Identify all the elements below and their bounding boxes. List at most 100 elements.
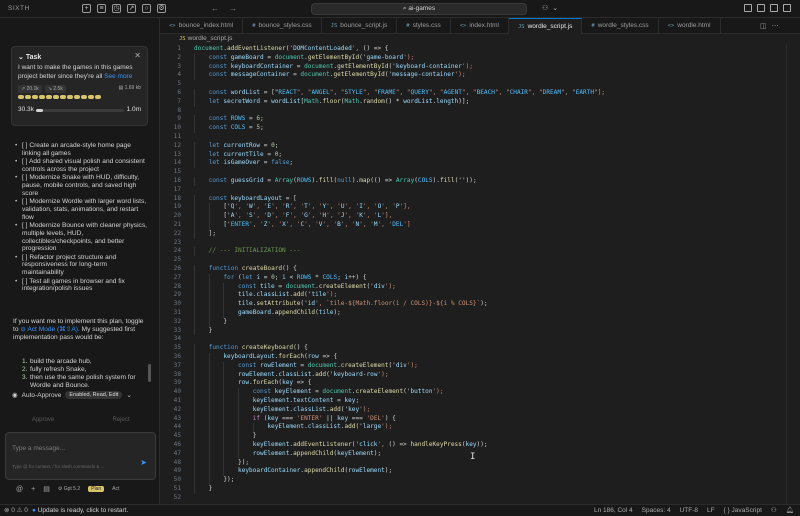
encoding[interactable]: UTF-8	[680, 505, 698, 516]
auto-approve-bar[interactable]: ◉ Auto-Approve Enabled, Read, Edit ⌄	[12, 391, 132, 399]
auto-approve-settings[interactable]: Enabled, Read, Edit	[65, 391, 123, 399]
tab-styles-css[interactable]: # styles.css	[397, 18, 451, 34]
history-icon[interactable]: ◷	[112, 4, 121, 13]
code-line: 28 const tile = document.createElement('…	[160, 282, 800, 292]
forward-arrow-icon[interactable]: →	[229, 4, 237, 13]
back-arrow-icon[interactable]: ←	[211, 4, 219, 13]
code-line: 4 const messageContainer = document.getE…	[160, 71, 800, 81]
indent-guide	[208, 370, 210, 380]
code-line: 12 let currentRow = 0;	[160, 141, 800, 151]
chevron-down-icon[interactable]: ⌄	[552, 4, 558, 12]
line-code: let isGameOver = false;	[208, 159, 294, 167]
chevron-down-icon[interactable]: ⌄	[126, 391, 131, 399]
code-line: 8	[160, 107, 800, 116]
tab-bounce-script-js[interactable]: JS bounce_script.js	[322, 18, 398, 34]
code-line: 44 keyElement.classList.add('large');	[160, 423, 800, 433]
tokens-out: ↘ 2.5k	[44, 85, 66, 93]
copilot-icon[interactable]: ⚇	[542, 4, 548, 12]
indent-guide	[194, 344, 195, 353]
code-line: 42 keyElement.classList.add('key');	[160, 405, 800, 415]
chat-scrollbar[interactable]	[148, 364, 151, 382]
language-mode[interactable]: { } JavaScript	[724, 505, 762, 516]
copilot-status-icon[interactable]: ⚇	[771, 505, 777, 516]
indent-guide	[208, 432, 210, 441]
act-mode-link[interactable]: ⊝ Act Mode (⌘⇧A).	[20, 326, 79, 333]
plan-mode-toggle[interactable]: Plan	[88, 486, 105, 492]
model-label: Gpt 5.2	[63, 486, 81, 492]
editor-scrollbar[interactable]	[786, 44, 787, 504]
chat-input[interactable]: Type a message...	[12, 445, 65, 452]
task-heading[interactable]: ⌄ Task	[18, 53, 41, 61]
line-number: 8	[177, 106, 181, 114]
line-number: 41	[173, 397, 181, 404]
line-code: document.addEventListener('DOMContentLoa…	[194, 45, 389, 52]
chat-input-box[interactable]: Type a message... Type @ for context, / …	[5, 432, 156, 480]
mcp-icon[interactable]: ≡	[97, 4, 106, 13]
file-type-icon: <>	[169, 23, 176, 29]
indent-guide	[194, 458, 195, 468]
tab-index-html[interactable]: <> index.html	[451, 18, 509, 34]
layout-controls	[744, 4, 791, 12]
agent-panel: ⌄ Task ✕ I want to make the games in thi…	[0, 18, 160, 504]
code-line: 29 tile.classList.add('tile');	[160, 291, 800, 301]
plan-item: [ ] Modernize Snake with HUD, difficulty…	[15, 174, 150, 197]
tab-wordle-styles-css[interactable]: # wordle_styles.css	[582, 18, 659, 34]
line-ending[interactable]: LF	[707, 505, 715, 516]
indent-guide	[223, 309, 225, 318]
settings-gear-icon[interactable]: ⚙	[157, 4, 166, 13]
line-number: 28	[173, 282, 181, 290]
toggle-panel-icon[interactable]	[757, 4, 765, 12]
line-code: for (let i = 0; i < ROWS * COLS; i++) {	[223, 273, 367, 281]
model-selector[interactable]: ⚙ Gpt 5.2	[58, 486, 80, 492]
steps-list: 1. build the arcade hub, 2. fully refresh …	[22, 358, 145, 390]
tab-wordle-script-js[interactable]: JS wordle_script.js	[508, 18, 583, 34]
customize-layout-icon[interactable]	[783, 4, 791, 12]
cursor-position[interactable]: Ln 186, Col 4	[594, 505, 633, 516]
code-line: 21 ['ENTER', 'Z', 'X', 'C', 'V', 'B', 'N…	[160, 221, 800, 230]
toggle-primary-sidebar-icon[interactable]	[744, 4, 752, 12]
code-line: 27 for (let i = 0; i < ROWS * COLS; i++)…	[160, 273, 800, 283]
more-actions-icon[interactable]: ⋯	[772, 22, 779, 30]
file-type-icon: #	[252, 23, 256, 29]
command-center-search[interactable]: ⌕ ai-games	[311, 3, 527, 15]
open-in-editor-icon[interactable]: ↗	[127, 4, 136, 13]
send-icon[interactable]: ➤	[140, 458, 147, 467]
context-used: 30.3k	[18, 106, 34, 113]
add-context-icon[interactable]: +	[31, 486, 35, 493]
indent-guide	[252, 423, 254, 433]
tab-wordle-html[interactable]: <> wordle.html	[659, 18, 721, 34]
context-window-fill	[36, 109, 44, 112]
code-editor[interactable]: 1 document.addEventListener('DOMContentLo…	[160, 44, 800, 504]
task-card: ⌄ Task ✕ I want to make the games in thi…	[11, 46, 148, 126]
indent-guide	[194, 467, 195, 477]
code-line: 16 const guessGrid = Array(ROWS).fill(nu…	[160, 177, 800, 186]
mouse-text-cursor-icon: I	[470, 452, 476, 462]
tab-bounce-index-html[interactable]: <> bounce_index.html	[160, 18, 244, 34]
see-more-link[interactable]: See more	[104, 73, 132, 80]
new-task-icon[interactable]: +	[82, 4, 91, 13]
problems-indicator[interactable]: ⊗ 0 ⚠ 0	[4, 505, 28, 516]
line-code: const messageContainer = document.getEle…	[208, 71, 466, 79]
code-line: 45 }	[160, 432, 800, 441]
breadcrumb[interactable]: JS wordle_script.js	[160, 34, 800, 44]
tab-bounce-styles-css[interactable]: # bounce_styles.css	[243, 18, 322, 34]
close-task-icon[interactable]: ✕	[134, 51, 141, 60]
notifications-icon[interactable]: 🔔︎	[786, 505, 794, 516]
indentation[interactable]: Spaces: 4	[642, 505, 671, 516]
reject-button[interactable]: Reject	[90, 417, 152, 423]
indent-guide	[223, 388, 225, 397]
update-notice[interactable]: ● Update is ready, click to restart.	[32, 505, 128, 516]
approve-button[interactable]: Approve	[12, 417, 74, 423]
account-icon[interactable]: ○	[142, 4, 151, 13]
line-number: 14	[173, 159, 181, 167]
toggle-secondary-sidebar-icon[interactable]	[770, 4, 778, 12]
indent-guide	[194, 229, 195, 239]
mention-icon[interactable]: @	[16, 486, 23, 493]
indent-guide	[237, 449, 239, 459]
split-editor-icon[interactable]: ◫	[760, 22, 767, 30]
code-line: 35 function createKeyboard() {	[160, 344, 800, 353]
act-mode-toggle[interactable]: Act	[112, 486, 119, 492]
line-number: 6	[177, 89, 181, 96]
chat-hint: Type @ for context, / for slash commands…	[12, 464, 105, 469]
server-icon[interactable]: ▤	[43, 485, 50, 493]
